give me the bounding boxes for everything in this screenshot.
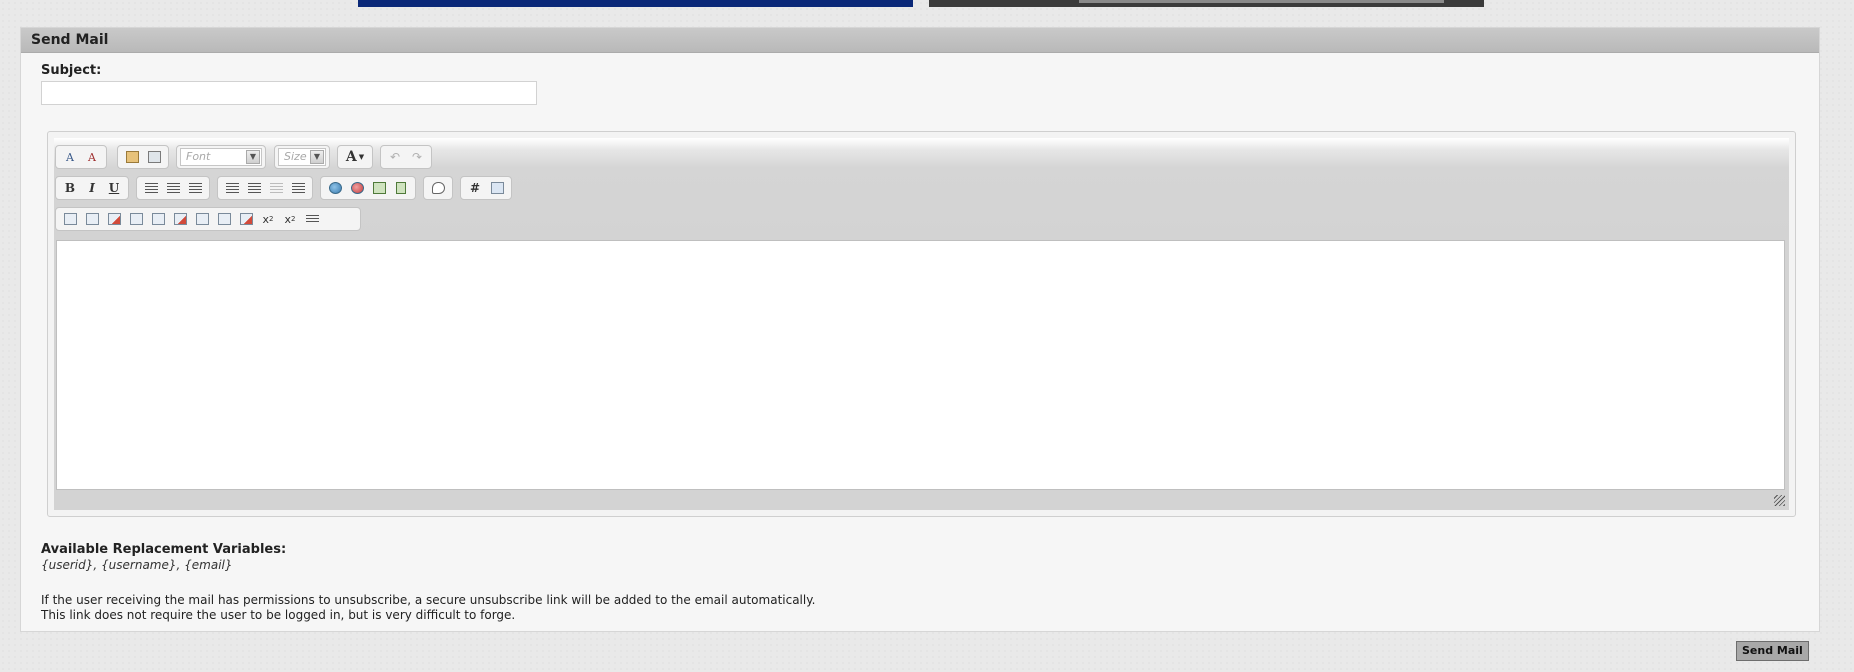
banner-image-right bbox=[929, 0, 1484, 7]
list-group bbox=[217, 176, 313, 200]
size-select[interactable]: Size ▼ bbox=[278, 148, 326, 166]
banner-image-left bbox=[358, 0, 913, 7]
quote-bubble-icon[interactable] bbox=[427, 178, 449, 198]
table-group: x2 x2 bbox=[55, 207, 361, 231]
media-icon[interactable] bbox=[390, 178, 412, 198]
row-insert-above-icon[interactable] bbox=[125, 209, 147, 229]
editor-container: A A Font ▼ Size ▼ A ▼ ↶ ↷ B I U # x 2 x … bbox=[47, 131, 1796, 517]
unsubscribe-notice: If the user receiving the mail has permi… bbox=[41, 593, 815, 623]
bold-button[interactable]: B bbox=[59, 178, 81, 198]
indent-icon[interactable] bbox=[287, 178, 309, 198]
italic-button[interactable]: I bbox=[81, 178, 103, 198]
paste-icon[interactable] bbox=[121, 147, 143, 167]
code-icon[interactable] bbox=[486, 178, 508, 198]
subject-input[interactable] bbox=[41, 81, 537, 105]
font-color-button[interactable]: A ▼ bbox=[341, 147, 369, 167]
subject-label: Subject: bbox=[41, 63, 102, 78]
send-mail-button[interactable]: Send Mail bbox=[1736, 641, 1809, 661]
table-delete-icon[interactable] bbox=[103, 209, 125, 229]
rich-text-editor: A A Font ▼ Size ▼ A ▼ ↶ ↷ B I U # x 2 x … bbox=[54, 138, 1789, 510]
font-group: Font ▼ bbox=[176, 145, 266, 169]
font-select-label: Font bbox=[186, 150, 211, 163]
editor-content-area[interactable] bbox=[56, 240, 1785, 490]
quote-group bbox=[423, 176, 453, 200]
toolbar-row-2: B I U # bbox=[54, 176, 1789, 202]
image-icon[interactable] bbox=[368, 178, 390, 198]
replacement-variables-list: {userid}, {username}, {email} bbox=[41, 558, 233, 572]
horizontal-rule-icon[interactable] bbox=[301, 209, 323, 229]
paste-group bbox=[117, 145, 169, 169]
underline-button[interactable]: U bbox=[103, 178, 125, 198]
hash-icon[interactable]: # bbox=[464, 178, 486, 198]
unlink-globe-icon[interactable] bbox=[346, 178, 368, 198]
link-globe-icon[interactable] bbox=[324, 178, 346, 198]
chevron-down-icon: ▼ bbox=[310, 150, 324, 164]
row-delete-icon[interactable] bbox=[169, 209, 191, 229]
table-properties-icon[interactable] bbox=[81, 209, 103, 229]
column-insert-right-icon[interactable] bbox=[213, 209, 235, 229]
undo-icon[interactable]: ↶ bbox=[384, 147, 406, 167]
subscript-button[interactable]: x2 bbox=[257, 209, 279, 229]
code-group: # bbox=[460, 176, 512, 200]
notice-line-2: This link does not require the user to b… bbox=[41, 608, 516, 622]
table-insert-icon[interactable] bbox=[59, 209, 81, 229]
send-mail-panel: Send Mail Subject: A A Font ▼ Size ▼ A ▼… bbox=[20, 27, 1820, 632]
unordered-list-icon[interactable] bbox=[243, 178, 265, 198]
align-left-icon[interactable] bbox=[140, 178, 162, 198]
toolbar-row-3: x2 x2 bbox=[54, 207, 1789, 233]
superscript-button[interactable]: x2 bbox=[279, 209, 301, 229]
text-style-icon[interactable]: A bbox=[59, 147, 81, 167]
align-center-icon[interactable] bbox=[162, 178, 184, 198]
toolbar-row-1: A A Font ▼ Size ▼ A ▼ ↶ ↷ bbox=[54, 145, 1789, 171]
ordered-list-icon[interactable] bbox=[221, 178, 243, 198]
align-group bbox=[136, 176, 210, 200]
align-right-icon[interactable] bbox=[184, 178, 206, 198]
paste-text-icon[interactable] bbox=[143, 147, 165, 167]
redo-icon[interactable]: ↷ bbox=[406, 147, 428, 167]
font-color-icon: A bbox=[345, 149, 357, 165]
resize-handle-icon[interactable] bbox=[1774, 495, 1785, 506]
format-group: B I U bbox=[55, 176, 129, 200]
insert-group bbox=[320, 176, 416, 200]
editor-toolbar: A A Font ▼ Size ▼ A ▼ ↶ ↷ B I U # x 2 x … bbox=[54, 138, 1789, 238]
notice-line-1: If the user receiving the mail has permi… bbox=[41, 593, 816, 607]
column-insert-left-icon[interactable] bbox=[191, 209, 213, 229]
row-insert-below-icon[interactable] bbox=[147, 209, 169, 229]
size-group: Size ▼ bbox=[274, 145, 330, 169]
column-delete-icon[interactable] bbox=[235, 209, 257, 229]
color-group: A ▼ bbox=[337, 145, 373, 169]
size-select-label: Size bbox=[284, 150, 307, 163]
outdent-icon[interactable] bbox=[265, 178, 287, 198]
font-select[interactable]: Font ▼ bbox=[180, 148, 262, 166]
remove-format-icon[interactable]: A bbox=[81, 147, 103, 167]
history-group: ↶ ↷ bbox=[380, 145, 432, 169]
chevron-down-icon: ▼ bbox=[358, 153, 365, 161]
replacement-variables-label: Available Replacement Variables: bbox=[41, 542, 287, 557]
chevron-down-icon: ▼ bbox=[246, 150, 260, 164]
panel-title: Send Mail bbox=[21, 28, 1819, 53]
style-group: A A bbox=[55, 145, 107, 169]
